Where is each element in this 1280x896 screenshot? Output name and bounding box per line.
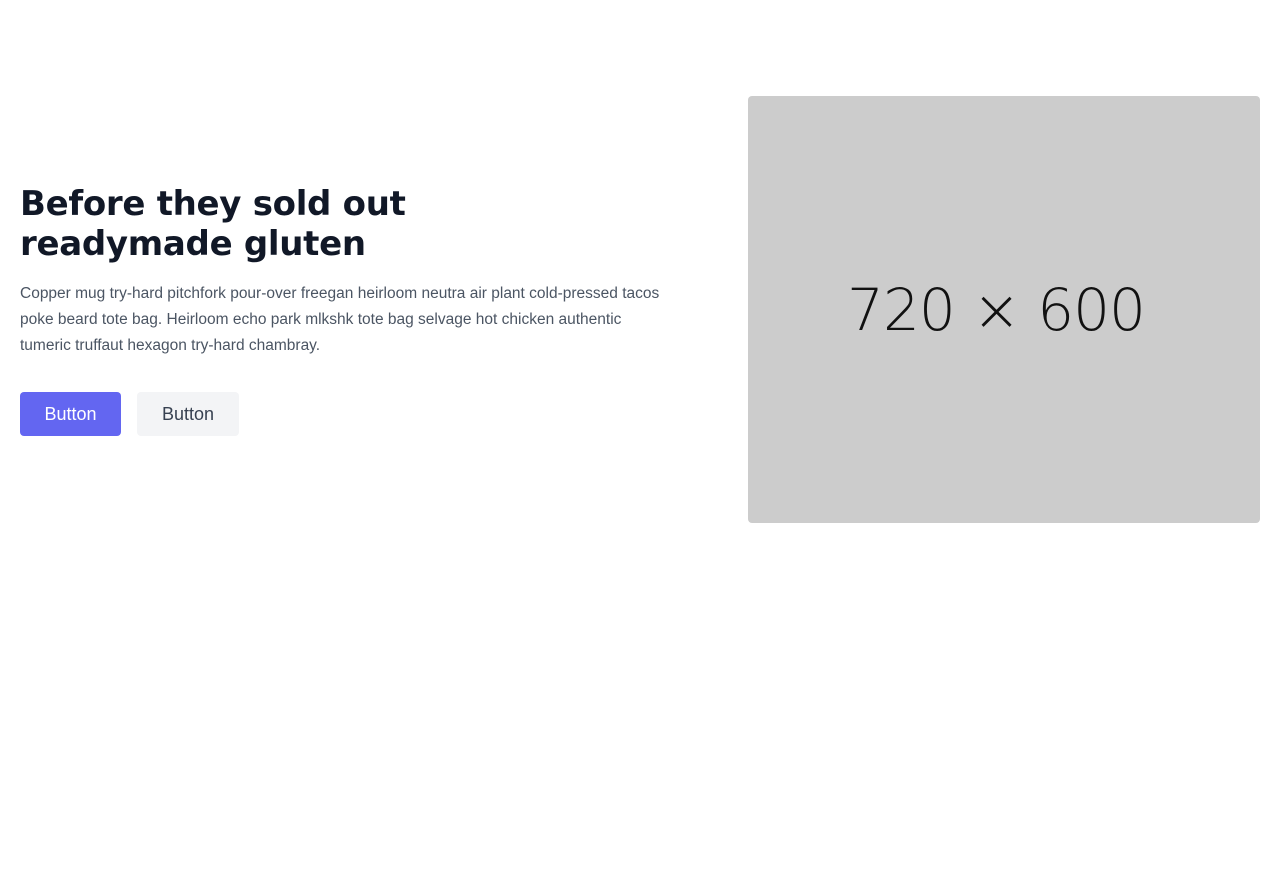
hero-description: Copper mug try-hard pitchfork pour-over … — [20, 285, 660, 354]
hero-section: Before they sold out readymade gluten Co… — [0, 0, 1280, 896]
hero-title: Before they sold out readymade gluten — [20, 184, 660, 264]
hero-button-row: Button Button — [20, 392, 660, 436]
hero-image-placeholder: 720 × 600 — [748, 96, 1260, 523]
hero-title-line-1: Before they sold out — [20, 184, 406, 224]
hero-title-line-2: readymade gluten — [20, 224, 366, 264]
secondary-button[interactable]: Button — [137, 392, 239, 436]
primary-button[interactable]: Button — [20, 392, 121, 436]
image-dimensions-label: 720 × 600 — [847, 275, 1146, 344]
hero-text-block: Before they sold out readymade gluten Co… — [20, 184, 660, 436]
